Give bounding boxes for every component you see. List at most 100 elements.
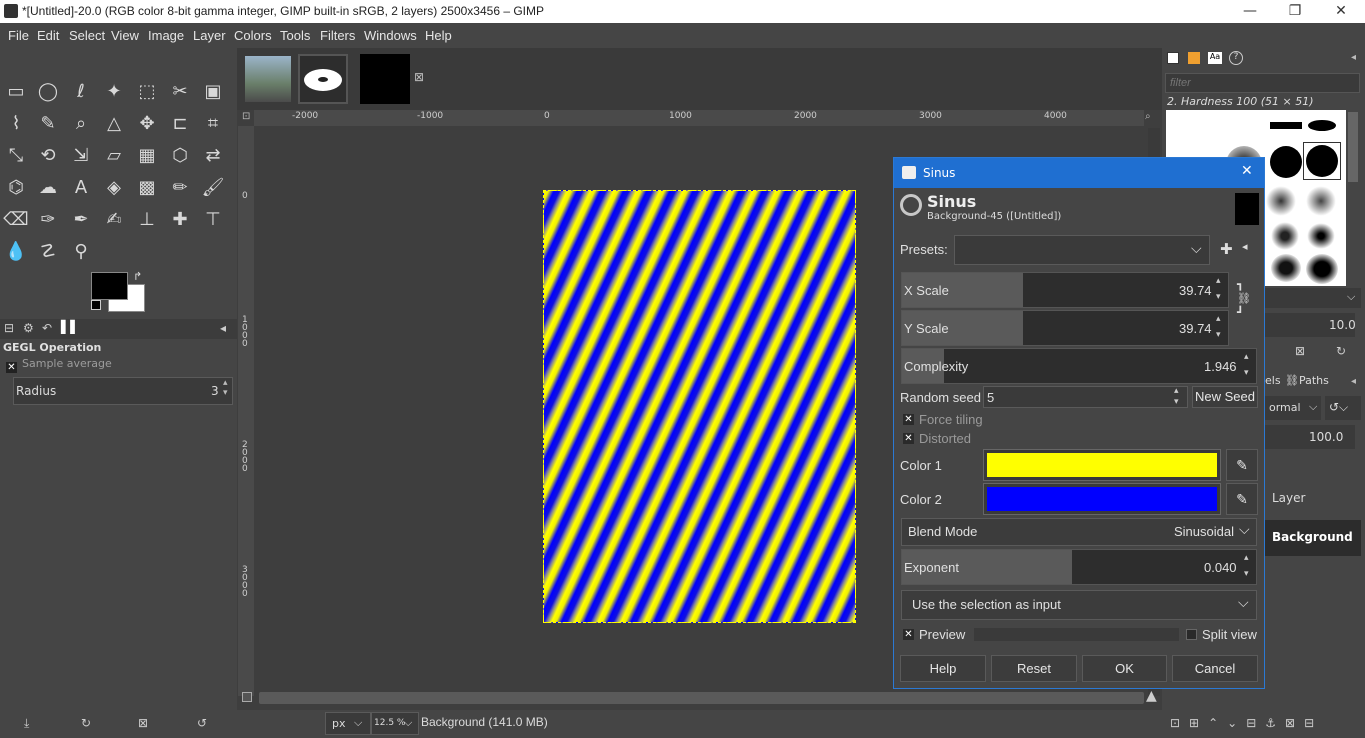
images-tab-icon[interactable]: ▌▌	[61, 320, 79, 334]
chain-link-icon[interactable]: ┓ ⛓ ┛	[1237, 278, 1251, 320]
mypaint-brush-icon[interactable]: ✍	[101, 207, 127, 233]
sinus-preview-image[interactable]	[543, 190, 856, 623]
preset-menu-icon[interactable]: ◂	[1242, 240, 1248, 253]
tool-options-tab-icon[interactable]: ⊟	[4, 321, 14, 335]
menu-windows[interactable]: Windows	[364, 28, 417, 43]
brush-view-select[interactable]: ⌵	[1265, 288, 1361, 308]
close-window-button[interactable]: ✕	[1318, 0, 1364, 23]
color1-picker-icon[interactable]: ✎	[1226, 449, 1258, 481]
help-button[interactable]: Help	[900, 655, 986, 682]
default-colors-icon[interactable]	[91, 300, 101, 310]
x-scale-slider[interactable]: X Scale 39.74 ▴ ▾	[901, 272, 1229, 308]
move-icon[interactable]: ✥	[134, 111, 160, 137]
exponent-spinner-icon[interactable]: ▴ ▾	[1244, 550, 1249, 582]
scissors-icon[interactable]: ✂	[167, 79, 193, 105]
zoom-icon[interactable]: ⌕	[68, 111, 94, 137]
undo-history-tab-icon[interactable]: ↶	[42, 321, 52, 335]
dock-menu-icon[interactable]: ◂	[1351, 52, 1356, 63]
layer-mode-select[interactable]: ormal ⌵	[1265, 396, 1321, 420]
composite-mode-select[interactable]: ↺⌵	[1325, 396, 1361, 420]
layer-row-layer[interactable]: Layer	[1265, 481, 1361, 515]
blur-sharpen-icon[interactable]: 💧	[3, 239, 29, 265]
save-tool-preset-icon[interactable]: ⤓	[24, 716, 29, 731]
blend-mode-select[interactable]: Blend Mode Sinusoidal ⌵	[901, 518, 1257, 546]
rotate-icon[interactable]: ⟲	[35, 143, 61, 169]
layer-row-background[interactable]: Background	[1265, 520, 1361, 556]
complexity-spinner-icon[interactable]: ▴ ▾	[1244, 349, 1249, 381]
fonts-tab-icon[interactable]: Aa	[1208, 52, 1222, 64]
add-preset-icon[interactable]: ✚	[1220, 240, 1233, 258]
brush-item[interactable]	[1306, 254, 1338, 284]
selected-brush[interactable]	[1303, 142, 1341, 180]
zoom-select[interactable]: 12.5 % ⌵	[371, 712, 419, 735]
brush-item[interactable]	[1306, 222, 1336, 250]
sample-average-checkbox[interactable]: ✕	[6, 359, 17, 373]
free-select-icon[interactable]: ℓ	[68, 79, 94, 105]
image-tab-thumbnail-1[interactable]	[243, 54, 293, 104]
navigate-icon[interactable]	[242, 692, 252, 702]
color-select-icon[interactable]: ⬚	[134, 79, 160, 105]
measure-icon[interactable]: △	[101, 111, 127, 137]
color2-picker-icon[interactable]: ✎	[1226, 483, 1258, 515]
brush-item[interactable]	[1266, 186, 1296, 216]
opacity-field[interactable]: 100.0	[1265, 425, 1355, 449]
brush-filter-input[interactable]	[1165, 73, 1360, 93]
image-tab-thumbnail-3[interactable]	[360, 54, 410, 104]
brush-item[interactable]	[1270, 146, 1302, 178]
color1-button[interactable]	[983, 449, 1221, 481]
airbrush-icon[interactable]: ✑	[35, 207, 61, 233]
ink-icon[interactable]: ✒	[68, 207, 94, 233]
rect-select-icon[interactable]: ▭	[3, 79, 29, 105]
cage-transform-icon[interactable]: ⌬	[3, 175, 29, 201]
menu-filters[interactable]: Filters	[320, 28, 355, 43]
navigate-image-icon[interactable]: ▲	[1146, 688, 1157, 704]
scale-icon[interactable]: ⇲	[68, 143, 94, 169]
bucket-fill-icon[interactable]: ◈	[101, 175, 127, 201]
menu-colors[interactable]: Colors	[234, 28, 272, 43]
exponent-slider[interactable]: Exponent 0.040 ▴ ▾	[901, 549, 1257, 585]
shear-icon[interactable]: ▱	[101, 143, 127, 169]
text-tool-icon[interactable]: A	[68, 175, 94, 201]
ok-button[interactable]: OK	[1082, 655, 1167, 682]
heal-icon[interactable]: ✚	[167, 207, 193, 233]
eraser-icon[interactable]: ⌫	[3, 207, 29, 233]
split-view-checkbox[interactable]	[1186, 629, 1197, 640]
brush-item[interactable]	[1308, 120, 1336, 131]
menu-help[interactable]: Help	[425, 28, 452, 43]
delete-tool-preset-icon[interactable]: ⊠	[138, 716, 148, 730]
zoom-on-resize-icon[interactable]: ⌕	[1145, 111, 1151, 122]
foreground-select-icon[interactable]: ▣	[200, 79, 226, 105]
unified-transform-icon[interactable]: ⤡	[3, 143, 29, 169]
brush-item[interactable]	[1271, 254, 1301, 282]
restore-button[interactable]: ❐	[1272, 0, 1318, 23]
delete-brush-icon[interactable]: ⊠	[1295, 344, 1305, 358]
patterns-tab-icon[interactable]	[1188, 52, 1200, 64]
menu-edit[interactable]: Edit	[37, 28, 59, 43]
channels-tab-partial[interactable]: els	[1265, 374, 1281, 387]
brushes-tab-icon[interactable]	[1167, 52, 1179, 64]
horizontal-scrollbar[interactable]	[259, 692, 1144, 704]
perspective-clone-icon[interactable]: ⊤	[200, 207, 226, 233]
image-tab-thumbnail-2[interactable]	[298, 54, 348, 104]
menu-select[interactable]: Select	[69, 28, 105, 43]
foreground-color-swatch[interactable]	[91, 272, 128, 300]
reset-tool-options-icon[interactable]: ↺	[197, 716, 207, 730]
random-seed-input[interactable]: 5 ▴ ▾	[983, 386, 1188, 408]
reset-button[interactable]: Reset	[991, 655, 1077, 682]
brush-item[interactable]	[1306, 186, 1336, 216]
complexity-slider[interactable]: Complexity 1.946 ▴ ▾	[901, 348, 1257, 384]
menu-tools[interactable]: Tools	[280, 28, 310, 43]
menu-file[interactable]: File	[8, 28, 29, 43]
pencil-icon[interactable]: ✏	[167, 175, 193, 201]
brush-item[interactable]	[1271, 222, 1299, 250]
perspective-icon[interactable]: ⬡	[167, 143, 193, 169]
gradient-icon[interactable]: ▩	[134, 175, 160, 201]
dialog-close-icon[interactable]: ✕	[1241, 163, 1253, 179]
brush-item[interactable]	[1270, 122, 1302, 129]
force-tiling-checkbox[interactable]: ✕	[903, 414, 914, 425]
smudge-icon[interactable]: ☡	[35, 239, 61, 265]
random-seed-spinner-icon[interactable]: ▴ ▾	[1174, 386, 1179, 408]
layers-dock-menu-icon[interactable]: ◂	[1351, 376, 1356, 387]
radius-slider[interactable]: Radius 3 ▴ ▾	[13, 377, 233, 405]
spacing-field[interactable]: 10.0	[1265, 313, 1356, 337]
